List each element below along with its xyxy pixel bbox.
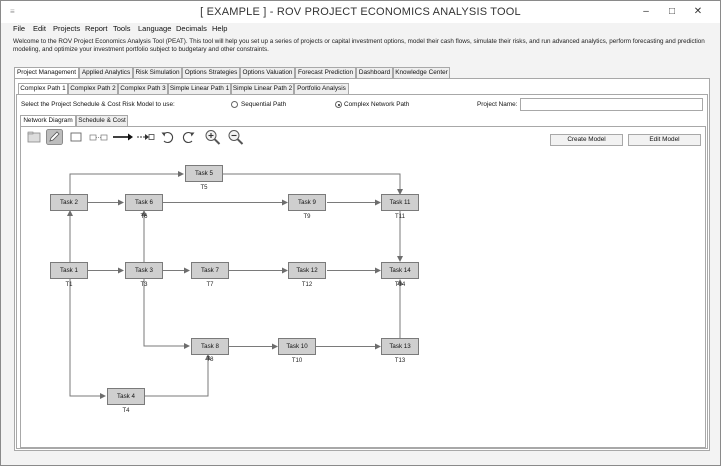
task-caption-8: T8 xyxy=(206,357,214,363)
task-node-12[interactable]: Task 12 xyxy=(288,262,326,279)
app-window: ≡ [ EXAMPLE ] - ROV PROJECT ECONOMICS AN… xyxy=(0,0,721,466)
edge-t1-t4 xyxy=(69,279,106,399)
menu-language[interactable]: Language xyxy=(138,24,171,33)
edit-model-button[interactable]: Edit Model xyxy=(628,134,701,146)
menu-report[interactable]: Report xyxy=(85,24,108,33)
task-node-5[interactable]: Task 5 xyxy=(185,165,223,182)
sequential-path-radio[interactable] xyxy=(231,101,238,108)
sequential-path-label: Sequential Path xyxy=(241,101,287,108)
create-model-button[interactable]: Create Model xyxy=(550,134,623,146)
edge-t3-t8 xyxy=(143,279,190,349)
node-link-icon[interactable] xyxy=(89,129,109,145)
zoom-out-icon[interactable] xyxy=(227,129,245,145)
task-node-13[interactable]: Task 13 xyxy=(381,338,419,355)
welcome-text: Welcome to the ROV Project Economics Ana… xyxy=(13,38,705,54)
project-name-input[interactable] xyxy=(520,98,703,111)
menu-bar: File Edit Projects Report Tools Language… xyxy=(1,23,720,35)
arrow-line-icon[interactable] xyxy=(112,129,134,145)
menu-decimals[interactable]: Decimals xyxy=(176,24,207,33)
task-node-7[interactable]: Task 7 xyxy=(191,262,229,279)
open-icon[interactable] xyxy=(26,129,42,145)
task-node-6[interactable]: Task 6 xyxy=(125,194,163,211)
maximize-button[interactable]: □ xyxy=(661,4,683,20)
undo-icon[interactable] xyxy=(160,129,174,145)
task-caption-10: T10 xyxy=(291,358,303,364)
task-caption-1: T1 xyxy=(65,282,73,288)
redo-icon[interactable] xyxy=(182,129,196,145)
task-caption-4: T4 xyxy=(122,408,130,414)
model-select-label: Select the Project Schedule & Cost Risk … xyxy=(21,101,175,108)
zoom-in-icon[interactable] xyxy=(204,129,222,145)
menu-projects[interactable]: Projects xyxy=(53,24,80,33)
diagram-scrollbar[interactable] xyxy=(704,149,710,445)
task-caption-7: T7 xyxy=(206,282,214,288)
dashed-arrow-icon[interactable] xyxy=(136,129,156,145)
task-caption-11: T11 xyxy=(395,214,405,220)
menu-tools[interactable]: Tools xyxy=(113,24,131,33)
menu-file[interactable]: File xyxy=(13,24,25,33)
close-button[interactable]: ✕ xyxy=(687,4,709,20)
task-caption-12: T12 xyxy=(301,282,313,288)
edge-t2-t5 xyxy=(69,171,184,194)
task-caption-6: T6 xyxy=(140,214,148,220)
task-caption-14: T14 xyxy=(394,282,406,288)
menu-edit[interactable]: Edit xyxy=(33,24,46,33)
task-caption-5: T5 xyxy=(200,185,208,191)
complex-network-path-radio[interactable] xyxy=(335,101,342,108)
task-node-14[interactable]: Task 14 xyxy=(381,262,419,279)
minimize-button[interactable]: – xyxy=(635,4,657,20)
project-name-label: Project Name: xyxy=(477,101,518,108)
complex-network-path-label: Complex Network Path xyxy=(344,101,410,108)
task-node-2[interactable]: Task 2 xyxy=(50,194,88,211)
task-node-11[interactable]: Task 11 xyxy=(381,194,419,211)
task-node-8[interactable]: Task 8 xyxy=(191,338,229,355)
rectangle-icon[interactable] xyxy=(69,129,83,145)
task-caption-9: T9 xyxy=(303,214,311,220)
task-node-3[interactable]: Task 3 xyxy=(125,262,163,279)
task-node-1[interactable]: Task 1 xyxy=(50,262,88,279)
task-caption-3: T3 xyxy=(140,282,148,288)
title-bar: ≡ [ EXAMPLE ] - ROV PROJECT ECONOMICS AN… xyxy=(1,1,720,23)
window-title: [ EXAMPLE ] - ROV PROJECT ECONOMICS ANAL… xyxy=(200,6,521,18)
menu-help[interactable]: Help xyxy=(212,24,227,33)
task-node-10[interactable]: Task 10 xyxy=(278,338,316,355)
task-node-4[interactable]: Task 4 xyxy=(107,388,145,405)
task-caption-13: T13 xyxy=(394,358,406,364)
edit-pencil-icon[interactable] xyxy=(46,129,63,145)
edge-t5-t11 xyxy=(223,173,403,195)
task-node-9[interactable]: Task 9 xyxy=(288,194,326,211)
